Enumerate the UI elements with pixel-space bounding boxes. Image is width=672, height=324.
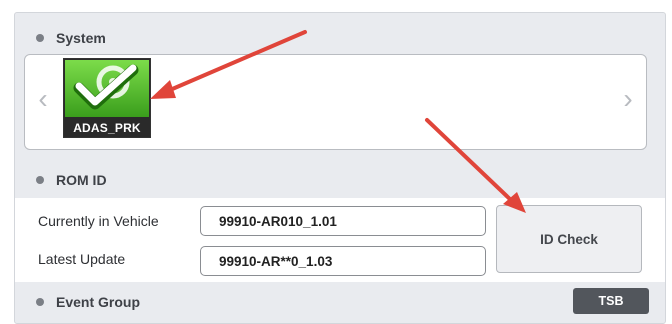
event-group-section-title: Event Group (56, 294, 141, 310)
system-section-header: System (14, 18, 666, 58)
system-tile-label: ADAS_PRK (73, 121, 141, 135)
latest-update-value: 99910-AR**0_1.03 (200, 246, 486, 276)
rom-id-section-header: ROM ID (14, 160, 666, 200)
tsb-button[interactable]: TSB (573, 288, 649, 314)
system-carousel: ‹ ADAS_PRK › (24, 54, 647, 150)
id-check-button[interactable]: ID Check (496, 205, 642, 273)
bullet-icon (36, 298, 44, 306)
latest-update-label: Latest Update (38, 251, 126, 267)
chevron-right-icon[interactable]: › (620, 79, 636, 119)
current-version-label: Currently in Vehicle (38, 213, 159, 229)
chevron-left-icon[interactable]: ‹ (35, 79, 51, 119)
event-group-section-header: Event Group (14, 282, 666, 322)
system-section-title: System (56, 30, 106, 46)
adas-prk-checkmark-icon (65, 60, 149, 117)
bullet-icon (36, 34, 44, 42)
rom-id-section-title: ROM ID (56, 172, 107, 188)
current-version-value: 99910-AR010_1.01 (200, 206, 486, 236)
system-tile-adas-prk[interactable]: ADAS_PRK (63, 58, 151, 138)
bullet-icon (36, 176, 44, 184)
